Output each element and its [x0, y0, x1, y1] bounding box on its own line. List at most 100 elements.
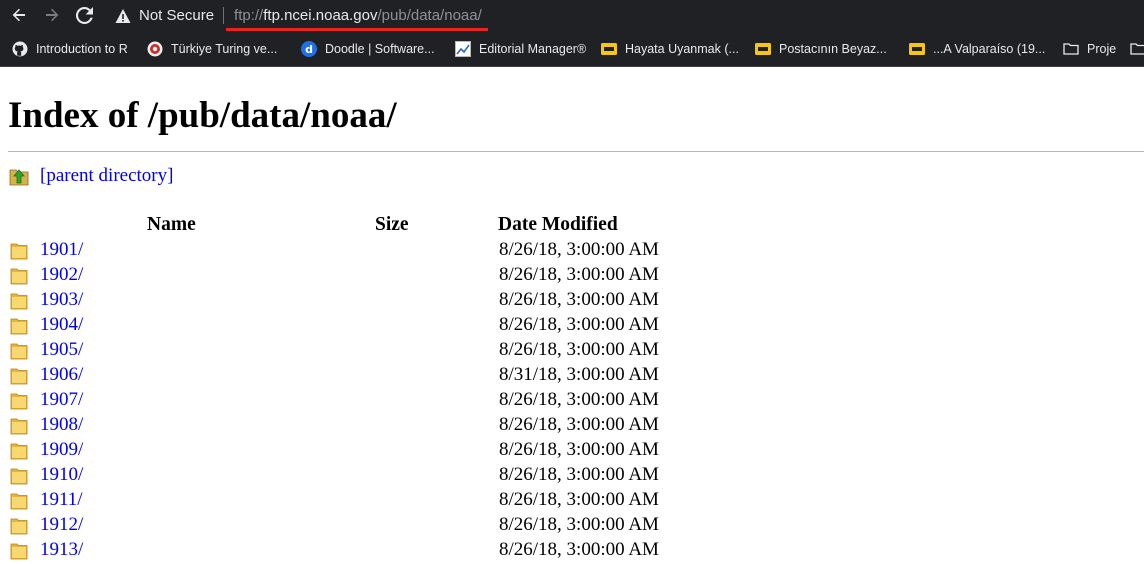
date-modified-cell: 8/26/18, 3:00:00 AM	[499, 414, 659, 435]
table-row: 1903/8/26/18, 3:00:00 AM	[0, 288, 1144, 313]
folder-icon	[1130, 42, 1144, 55]
table-row: 1913/8/26/18, 3:00:00 AM	[0, 538, 1144, 563]
bookmark-label: Introduction to R	[36, 41, 128, 56]
github-icon	[12, 41, 28, 56]
folder-link[interactable]: 1906/	[40, 363, 83, 387]
folder-icon	[10, 518, 28, 535]
bookmark-label: ...A Valparaíso (19...	[933, 41, 1046, 56]
folder-link[interactable]: 1913/	[40, 538, 83, 562]
column-header-name[interactable]: Name	[147, 213, 196, 237]
bookmark-doodle[interactable]: d Doodle | Software...	[301, 31, 435, 66]
date-modified-cell: 8/26/18, 3:00:00 AM	[499, 514, 659, 535]
folder-icon	[10, 543, 28, 560]
folder-link[interactable]: 1907/	[40, 388, 83, 412]
back-button[interactable]	[7, 3, 31, 27]
folder-icon	[10, 393, 28, 410]
date-modified-cell: 8/26/18, 3:00:00 AM	[499, 464, 659, 485]
folder-icon	[1063, 42, 1079, 55]
folder-icon	[10, 243, 28, 260]
folder-link[interactable]: 1908/	[40, 413, 83, 437]
page-title: Index of /pub/data/noaa/	[8, 95, 397, 136]
svg-text:d: d	[305, 43, 313, 56]
url-scheme: ftp://	[234, 7, 264, 24]
url-text[interactable]: ftp://ftp.ncei.noaa.gov/pub/data/noaa/	[234, 7, 482, 24]
table-row: 1904/8/26/18, 3:00:00 AM	[0, 313, 1144, 338]
folder-link[interactable]: 1901/	[40, 238, 83, 262]
bookmark-overflow-folder[interactable]	[1130, 31, 1144, 66]
bookmark-turkiye-turing[interactable]: Türkiye Turing ve...	[147, 31, 277, 66]
date-modified-cell: 8/26/18, 3:00:00 AM	[499, 264, 659, 285]
bookmark-yellow-icon	[755, 42, 771, 55]
folder-icon	[10, 493, 28, 510]
table-row: 1905/8/26/18, 3:00:00 AM	[0, 338, 1144, 363]
forward-button[interactable]	[40, 3, 64, 27]
reload-icon	[75, 6, 93, 24]
date-modified-cell: 8/26/18, 3:00:00 AM	[499, 289, 659, 310]
date-modified-cell: 8/26/18, 3:00:00 AM	[499, 439, 659, 460]
folder-link[interactable]: 1902/	[40, 263, 83, 287]
table-row: 1907/8/26/18, 3:00:00 AM	[0, 388, 1144, 413]
folder-link[interactable]: 1903/	[40, 288, 83, 312]
horizontal-divider	[8, 151, 1144, 152]
table-row: 1908/8/26/18, 3:00:00 AM	[0, 413, 1144, 438]
reload-button[interactable]	[72, 3, 96, 27]
folder-icon	[10, 268, 28, 285]
parent-directory-link[interactable]: [parent directory]	[40, 164, 173, 188]
url-host: ftp.ncei.noaa.gov	[263, 7, 378, 24]
column-header-size[interactable]: Size	[375, 213, 409, 237]
folder-link[interactable]: 1912/	[40, 513, 83, 537]
table-row: 1902/8/26/18, 3:00:00 AM	[0, 263, 1144, 288]
date-modified-cell: 8/26/18, 3:00:00 AM	[499, 489, 659, 510]
folder-icon	[10, 318, 28, 335]
table-row: 1909/8/26/18, 3:00:00 AM	[0, 438, 1144, 463]
date-modified-cell: 8/26/18, 3:00:00 AM	[499, 314, 659, 335]
bookmark-editorial-manager[interactable]: Editorial Manager®	[455, 31, 586, 66]
folder-link[interactable]: 1909/	[40, 438, 83, 462]
date-modified-cell: 8/26/18, 3:00:00 AM	[499, 539, 659, 560]
bookmark-label: Doodle | Software...	[325, 41, 435, 56]
bookmark-valparaiso[interactable]: ...A Valparaíso (19...	[909, 31, 1045, 66]
folder-icon	[10, 368, 28, 385]
warning-icon	[115, 8, 131, 23]
bookmark-label: Editorial Manager®	[479, 41, 587, 56]
date-modified-cell: 8/26/18, 3:00:00 AM	[499, 339, 659, 360]
date-modified-cell: 8/26/18, 3:00:00 AM	[499, 389, 659, 410]
table-row: 1911/8/26/18, 3:00:00 AM	[0, 488, 1144, 513]
bookmark-folder-proje[interactable]: Proje	[1063, 31, 1116, 66]
table-row: 1901/8/26/18, 3:00:00 AM	[0, 238, 1144, 263]
bookmark-yellow-icon	[909, 42, 925, 55]
browser-toolbar: Not Secure ftp://ftp.ncei.noaa.gov/pub/d…	[0, 0, 1144, 31]
folder-link[interactable]: 1904/	[40, 313, 83, 337]
bookmark-label: Hayata Uyanmak (...	[625, 41, 739, 56]
folder-icon	[10, 418, 28, 435]
forward-arrow-icon	[46, 8, 59, 22]
bookmark-introduction-to-r[interactable]: Introduction to R	[12, 31, 128, 66]
back-arrow-icon	[12, 8, 25, 22]
folder-link[interactable]: 1910/	[40, 463, 83, 487]
turing-logo-icon	[147, 41, 163, 56]
folder-icon	[10, 468, 28, 485]
security-status-label[interactable]: Not Secure	[139, 7, 214, 24]
folder-icon	[10, 343, 28, 360]
omnibox-divider	[223, 7, 225, 24]
folder-icon	[10, 293, 28, 310]
table-row: 1912/8/26/18, 3:00:00 AM	[0, 513, 1144, 538]
folder-link[interactable]: 1905/	[40, 338, 83, 362]
bookmark-hayata-uyanmak[interactable]: Hayata Uyanmak (...	[601, 31, 739, 66]
table-row: 1906/8/31/18, 3:00:00 AM	[0, 363, 1144, 388]
bookmark-postacinin-beyaz[interactable]: Postacının Beyaz...	[755, 31, 887, 66]
chart-icon	[455, 40, 471, 57]
bookmark-label: Proje	[1087, 41, 1117, 56]
column-header-date-modified[interactable]: Date Modified	[498, 213, 618, 237]
bookmarks-bar: Introduction to R Türkiye Turing ve... d…	[0, 31, 1144, 67]
date-modified-cell: 8/31/18, 3:00:00 AM	[499, 364, 659, 385]
bookmark-label: Türkiye Turing ve...	[171, 41, 278, 56]
doodle-icon: d	[301, 40, 317, 57]
date-modified-cell: 8/26/18, 3:00:00 AM	[499, 239, 659, 260]
folder-icon	[10, 443, 28, 460]
table-row: 1910/8/26/18, 3:00:00 AM	[0, 463, 1144, 488]
url-path: /pub/data/noaa/	[377, 7, 482, 24]
parent-folder-up-icon	[9, 169, 29, 186]
address-bar[interactable]: Not Secure ftp://ftp.ncei.noaa.gov/pub/d…	[108, 0, 1144, 31]
folder-link[interactable]: 1911/	[40, 488, 83, 512]
